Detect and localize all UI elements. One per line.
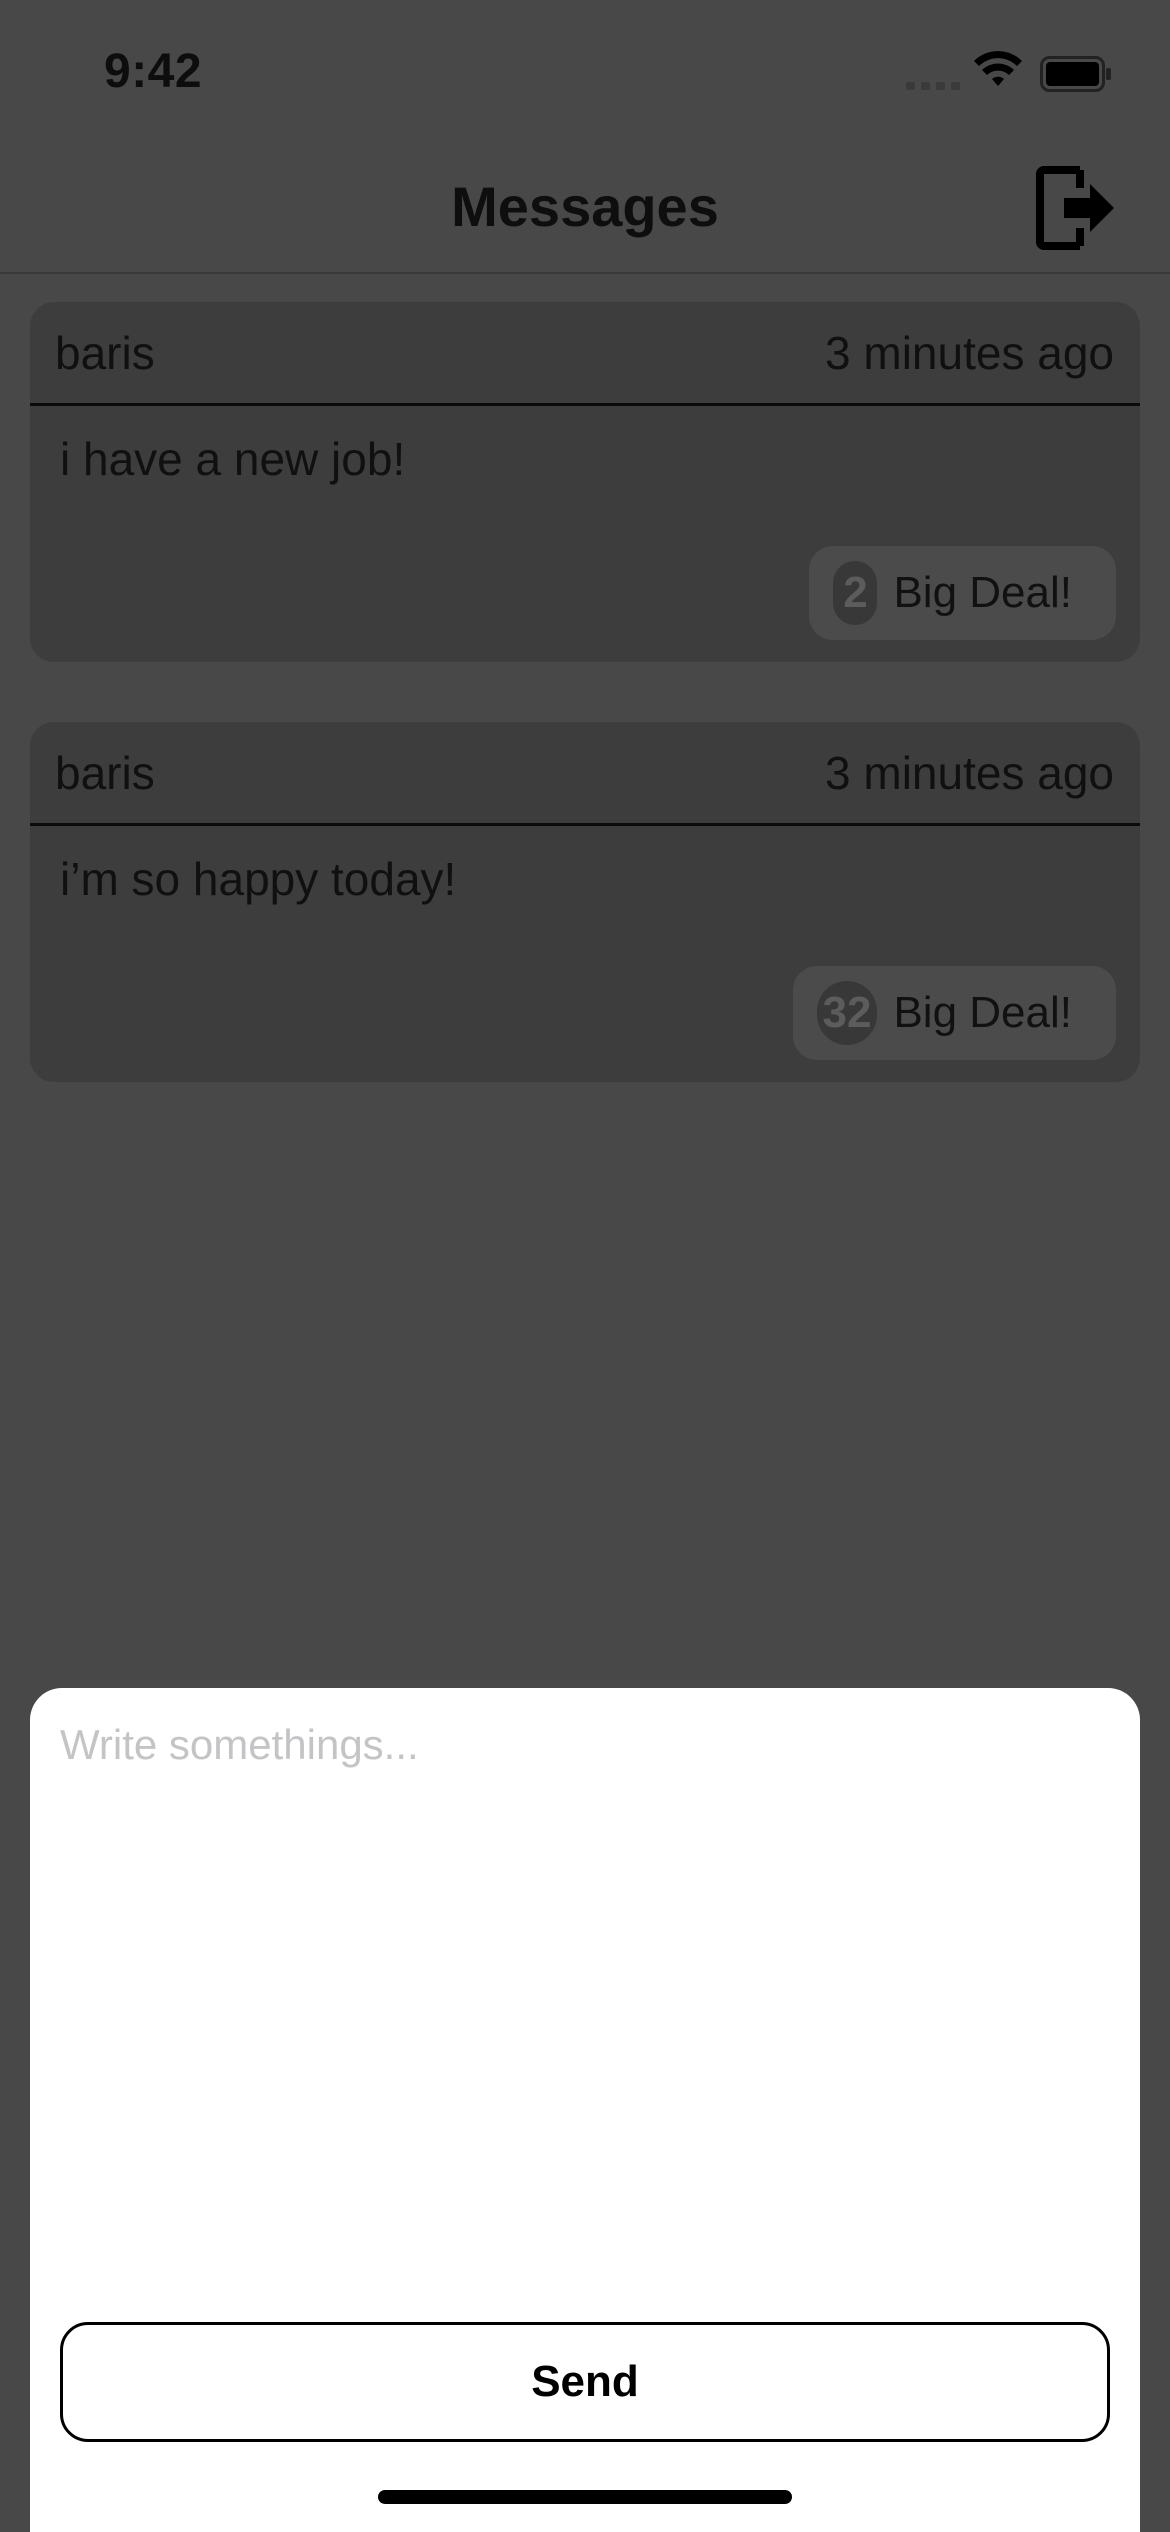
- wifi-icon: [974, 51, 1022, 86]
- deal-count-badge: 2: [833, 561, 878, 625]
- message-header: baris 3 minutes ago: [30, 302, 1140, 406]
- message-text: i’m so happy today!: [60, 853, 457, 905]
- message-timestamp: 3 minutes ago: [825, 747, 1114, 799]
- message-author: baris: [55, 327, 155, 379]
- deal-label: Big Deal!: [893, 568, 1072, 617]
- message-author: baris: [55, 747, 155, 799]
- battery-icon: [1040, 56, 1111, 92]
- page-title: Messages: [451, 175, 719, 238]
- status-bar: 9:42: [0, 0, 1170, 140]
- message-card: baris 3 minutes ago i have a new job! 2 …: [30, 302, 1140, 662]
- message-card: baris 3 minutes ago i’m so happy today! …: [30, 722, 1140, 1082]
- deal-label: Big Deal!: [893, 988, 1072, 1037]
- big-deal-button[interactable]: 2 Big Deal!: [809, 546, 1116, 640]
- status-time: 9:42: [104, 45, 203, 98]
- deal-count-badge: 32: [816, 981, 878, 1045]
- navigation-bar: Messages: [0, 140, 1170, 274]
- home-indicator: [378, 2490, 792, 2504]
- send-button[interactable]: Send: [60, 2322, 1110, 2442]
- compose-sheet: Send: [30, 1688, 1140, 2532]
- cellular-signal-icon: [906, 80, 960, 92]
- message-header: baris 3 minutes ago: [30, 722, 1140, 826]
- message-timestamp: 3 minutes ago: [825, 327, 1114, 379]
- logout-icon[interactable]: [1036, 166, 1116, 250]
- message-input[interactable]: [60, 1718, 1110, 2318]
- message-text: i have a new job!: [60, 433, 406, 485]
- messages-screen: 9:42 Messages baris 3 minutes ago i have…: [0, 0, 1170, 2532]
- big-deal-button[interactable]: 32 Big Deal!: [792, 966, 1116, 1060]
